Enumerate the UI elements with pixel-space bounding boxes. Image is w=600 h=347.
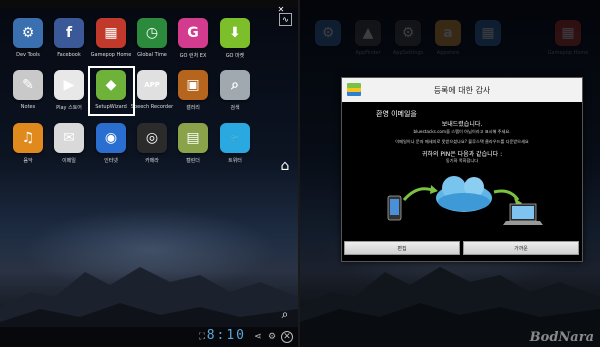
app-11[interactable]: ▣ 갤러리 bbox=[169, 70, 217, 111]
cloud-sync-illustration bbox=[387, 176, 543, 225]
app-icon: G bbox=[178, 18, 208, 48]
dialog-line-spam: bluestacks.com을 스팸이 아님이라고 표시해 주세요. bbox=[413, 129, 511, 134]
app-18[interactable]: 🐦 트위터 bbox=[211, 123, 259, 164]
registration-dialog: 등록에 대한 감사 환영 이메일을 보내드렸습니다. bluestacks.co… bbox=[341, 77, 583, 262]
selected-app-highlight bbox=[88, 66, 135, 116]
share-icon[interactable]: ⋖ bbox=[252, 331, 264, 343]
home-icon[interactable]: ⌂ bbox=[279, 158, 291, 174]
left-home-screen: ✕ ∿ ⌂ ⌕ ⚙ Dev Tools f Facebook ▦ Gamepop Home… bbox=[0, 0, 298, 347]
dialog-header: 등록에 대한 감사 bbox=[342, 78, 582, 102]
cloud-icon bbox=[436, 176, 492, 212]
dialog-heading: 환영 이메일을 bbox=[376, 110, 417, 118]
status-bar bbox=[0, 0, 298, 8]
app-icon: ⌕ bbox=[220, 70, 250, 100]
app-icon: ▣ bbox=[178, 70, 208, 100]
app-label: Facebook bbox=[57, 52, 81, 58]
dialog-pin-line: 귀하의 PIN은 다음과 같습니다 : bbox=[421, 151, 503, 158]
dialog-pin-sub: 동기화 폭화합니다 bbox=[445, 158, 479, 163]
dialog-line-sent: 보내드렸습니다. bbox=[441, 121, 483, 128]
app-label: 갤러리 bbox=[186, 105, 200, 111]
close-button[interactable]: 가까운 bbox=[463, 241, 579, 255]
app-icon: ◷ bbox=[137, 18, 167, 48]
app-icon: ✎ bbox=[13, 70, 43, 100]
app-icon: ◎ bbox=[137, 123, 167, 153]
phone-icon bbox=[387, 195, 402, 221]
bottom-bar: ⛶ 8:10 ⋖ ⚙ ✕ bbox=[0, 327, 298, 347]
app-icon: f bbox=[54, 18, 84, 48]
app-17[interactable]: ▤ 캘린더 bbox=[169, 123, 217, 164]
app-icon: ▶ bbox=[54, 70, 84, 100]
app-icon: ◉ bbox=[96, 123, 126, 153]
app-label: GO 마켓 bbox=[225, 53, 245, 59]
dialog-title: 등록에 대한 감사 bbox=[433, 86, 491, 95]
clock: 8:10 bbox=[206, 328, 246, 343]
app-icon: ▤ bbox=[178, 123, 208, 153]
app-label: 트위터 bbox=[228, 158, 242, 164]
app-label: Play 스토어 bbox=[56, 105, 82, 111]
edit-button[interactable]: 편집 bbox=[344, 241, 460, 255]
app-icon: ♫ bbox=[13, 123, 43, 153]
app-2[interactable]: f Facebook bbox=[45, 18, 93, 58]
app-14[interactable]: ✉ 이메일 bbox=[45, 123, 93, 164]
app-12[interactable]: ⌕ 검색 bbox=[211, 70, 259, 111]
app-label: 검색 bbox=[230, 105, 240, 111]
app-label: 캘린더 bbox=[186, 158, 200, 164]
app-label: 이메일 bbox=[62, 158, 76, 164]
app-6[interactable]: ⬇ GO 마켓 bbox=[211, 18, 259, 59]
app-8[interactable]: ▶ Play 스토어 bbox=[45, 70, 93, 111]
settings-icon[interactable]: ⚙ bbox=[266, 331, 278, 343]
dialog-line-cloud: 이메일이나 문자 메세지로 못받으셨나요? 블루스택 클라우드를 다운받으세요 bbox=[395, 139, 529, 144]
close-icon[interactable]: ✕ bbox=[281, 331, 293, 343]
app-5[interactable]: G GO 런처 EX bbox=[169, 18, 217, 59]
laptop-icon bbox=[503, 203, 543, 225]
search-icon[interactable]: ⌕ bbox=[279, 307, 291, 321]
app-icon: ▦ bbox=[96, 18, 126, 48]
app-icon: 🐦 bbox=[220, 123, 250, 153]
watermark: BodNara bbox=[529, 330, 594, 345]
activity-monitor-icon[interactable]: ∿ bbox=[279, 13, 292, 26]
app-icon: ⬇ bbox=[220, 18, 250, 48]
app-label: GO 런처 EX bbox=[179, 53, 207, 59]
app-icon: ⚙ bbox=[13, 18, 43, 48]
app-icon: APP bbox=[137, 70, 167, 100]
app-icon: ✉ bbox=[54, 123, 84, 153]
